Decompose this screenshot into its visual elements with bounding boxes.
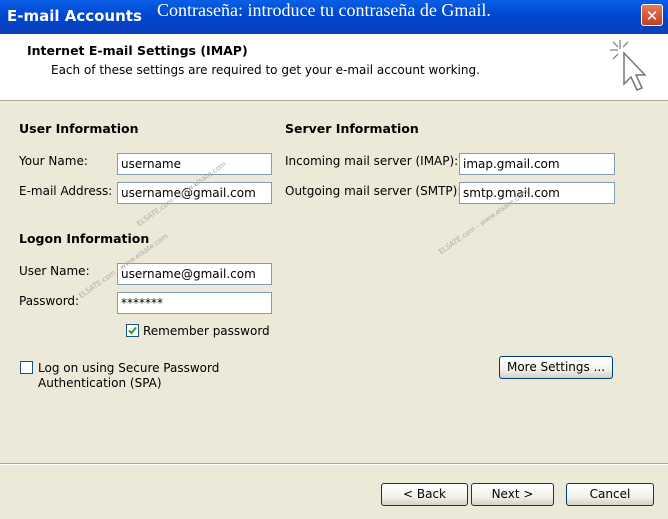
incoming-server-label: Incoming mail server (IMAP): bbox=[285, 154, 459, 168]
page-subtitle: Each of these settings are required to g… bbox=[51, 63, 480, 77]
user-name-label: User Name: bbox=[19, 264, 90, 278]
password-label: Password: bbox=[19, 294, 80, 308]
caption-overlay: Contraseña: introduce tu contraseña de G… bbox=[157, 0, 491, 20]
user-name-field[interactable]: username@gmail.com bbox=[117, 263, 272, 285]
header-panel: Internet E-mail Settings (IMAP) Each of … bbox=[0, 34, 668, 101]
more-settings-button[interactable]: More Settings ... bbox=[499, 356, 613, 379]
back-button[interactable]: < Back bbox=[381, 483, 468, 506]
incoming-server-field[interactable]: imap.gmail.com bbox=[459, 153, 615, 175]
close-button[interactable]: ✕ bbox=[641, 4, 663, 26]
your-name-label: Your Name: bbox=[19, 154, 88, 168]
outgoing-server-label: Outgoing mail server (SMTP): bbox=[285, 184, 462, 198]
cancel-button[interactable]: Cancel bbox=[566, 483, 654, 506]
server-information-heading: Server Information bbox=[285, 121, 419, 136]
remember-password-label: Remember password bbox=[143, 324, 270, 338]
remember-password-checkbox[interactable] bbox=[126, 324, 139, 337]
page-title: Internet E-mail Settings (IMAP) bbox=[27, 43, 248, 58]
password-field[interactable]: ******* bbox=[117, 292, 272, 314]
footer-divider bbox=[0, 463, 668, 465]
window-title: E-mail Accounts bbox=[7, 7, 142, 25]
logon-information-heading: Logon Information bbox=[19, 231, 150, 246]
your-name-field[interactable]: username bbox=[117, 153, 272, 175]
spa-checkbox[interactable] bbox=[20, 361, 33, 374]
spa-label-line2: Authentication (SPA) bbox=[38, 376, 162, 390]
checkmark-icon bbox=[128, 326, 137, 335]
email-address-label: E-mail Address: bbox=[19, 184, 113, 198]
next-button[interactable]: Next > bbox=[471, 483, 554, 506]
outgoing-server-field[interactable]: smtp.gmail.com bbox=[459, 182, 615, 204]
user-information-heading: User Information bbox=[19, 121, 139, 136]
wizard-cursor-icon bbox=[610, 40, 647, 91]
close-icon: ✕ bbox=[645, 7, 659, 25]
spa-label-line1: Log on using Secure Password bbox=[38, 361, 220, 375]
title-bar: E-mail Accounts Contraseña: introduce tu… bbox=[0, 0, 668, 34]
